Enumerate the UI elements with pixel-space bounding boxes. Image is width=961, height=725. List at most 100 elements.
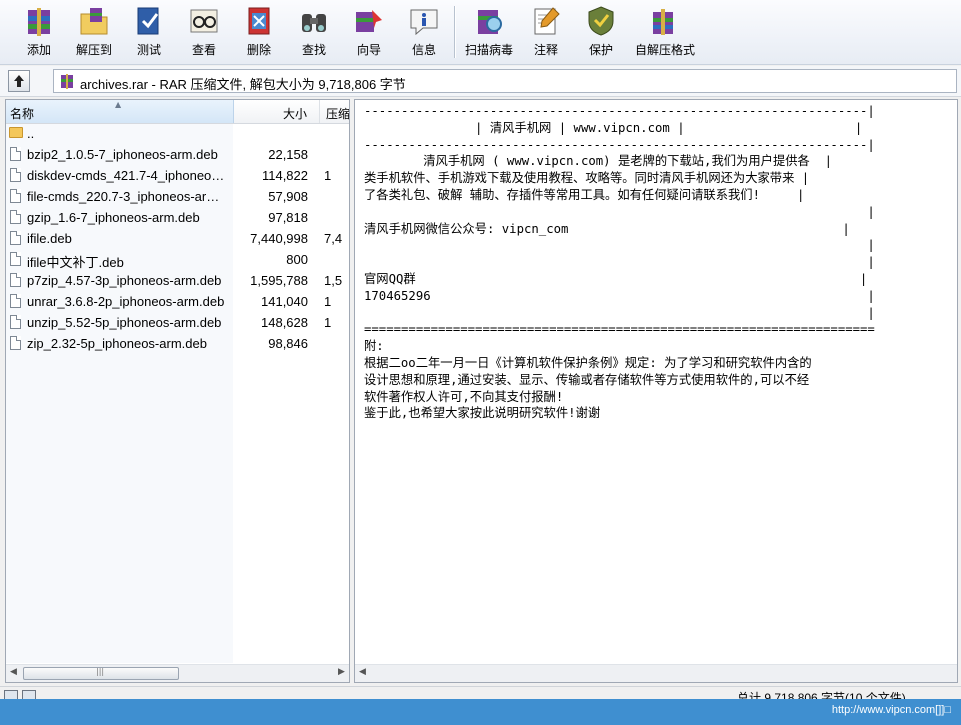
file-name: file-cmds_220.7-3_iphoneos-arm.deb: [27, 189, 230, 204]
file-icon: [10, 336, 21, 350]
comment-line: 软件著作权人许可,不向其支付报酬!: [364, 389, 564, 404]
add-button[interactable]: 添加: [11, 2, 67, 62]
rar-archive-icon: [61, 74, 73, 89]
file-row[interactable]: diskdev-cmds_421.7-4_iphoneos-arm.deb 114…: [6, 166, 349, 187]
view-button[interactable]: 查看: [176, 2, 232, 62]
comment-line: 了各类礼包、破解 辅助、存插件等常用工具。如有任何疑问请联系我们! |: [364, 187, 805, 202]
comment-line: ========================================…: [364, 322, 875, 337]
file-row[interactable]: file-cmds_220.7-3_iphoneos-arm.deb 57,908: [6, 187, 349, 208]
archive-comment-text: ----------------------------------------…: [364, 103, 957, 422]
find-button[interactable]: 查找: [286, 2, 342, 62]
file-row[interactable]: zip_2.32-5p_iphoneos-arm.deb 98,846: [6, 334, 349, 355]
file-name: ifile中文补丁.deb: [27, 255, 124, 270]
scroll-left-icon[interactable]: ◀: [359, 667, 366, 677]
extract-to-icon: [80, 8, 108, 35]
file-size: 148,628: [261, 315, 308, 330]
comment-button[interactable]: 注释: [518, 2, 574, 62]
scrollbar-thumb[interactable]: |||: [23, 667, 179, 680]
file-name: bzip2_1.0.5-7_iphoneos-arm.deb: [27, 147, 218, 162]
scroll-left-icon[interactable]: ◀: [10, 667, 17, 677]
comment-line: ----------------------------------------…: [364, 104, 875, 118]
file-name: unrar_3.6.8-2p_iphoneos-arm.deb: [27, 294, 225, 309]
wizard-button[interactable]: 向导: [341, 2, 397, 62]
comment-line: 清风手机网微信公众号: vipcn_com |: [364, 221, 850, 236]
file-icon: [10, 189, 21, 203]
virus-scan-button[interactable]: 扫描病毒: [461, 2, 517, 62]
address-bar: archives.rar - RAR 压缩文件, 解包大小为 9,718,806…: [0, 66, 961, 97]
wizard-icon: [356, 10, 382, 32]
watermark-text: http://www.vipcn.com[]]□: [831, 704, 951, 716]
info-button[interactable]: 信息: [396, 2, 452, 62]
up-folder-button[interactable]: [8, 70, 30, 92]
toolbar-separator: [454, 6, 456, 58]
comment-line: |: [364, 238, 875, 253]
file-icon: [10, 168, 21, 182]
test-button[interactable]: 测试: [121, 2, 177, 62]
archive-info-text: archives.rar - RAR 压缩文件, 解包大小为 9,718,806…: [80, 77, 406, 92]
comment-line: | 清风手机网 | www.vipcn.com | |: [364, 120, 863, 135]
comment-line: |: [364, 255, 875, 270]
protect-button[interactable]: 保护: [573, 2, 629, 62]
file-icon: [10, 147, 21, 161]
find-icon: [302, 14, 326, 32]
comment-line: 官网QQ群 |: [364, 271, 868, 286]
sort-ascending-icon: ▲: [115, 100, 122, 109]
comment-line: 附:: [364, 339, 384, 354]
file-name: gzip_1.6-7_iphoneos-arm.deb: [27, 210, 200, 225]
parent-folder-row[interactable]: ..: [6, 124, 349, 145]
file-row[interactable]: p7zip_4.57-3p_iphoneos-arm.deb 1,595,788 1…: [6, 271, 349, 292]
file-packed-size: 1,5: [324, 273, 343, 288]
file-packed-size: 1: [324, 315, 332, 330]
file-packed-size: 1: [324, 294, 332, 309]
comment-horizontal-scrollbar[interactable]: ◀: [355, 664, 957, 682]
file-row[interactable]: unrar_3.6.8-2p_iphoneos-arm.deb 141,040 1: [6, 292, 349, 313]
delete-button[interactable]: 删除: [231, 2, 287, 62]
file-row[interactable]: ifile.deb 7,440,998 7,4: [6, 229, 349, 250]
scroll-right-icon[interactable]: ▶: [338, 667, 345, 677]
file-name: ..: [27, 126, 35, 141]
comment-line: 鉴于此,也希望大家按此说明研究软件!谢谢: [364, 406, 601, 421]
test-icon: [137, 7, 159, 35]
file-size: 97,818: [268, 210, 308, 225]
file-size: 98,846: [268, 336, 308, 351]
file-list-pane: ▲ 名称 大小 压缩 .. bzip2_1.0.5-7_iphoneos-arm.…: [5, 99, 350, 683]
file-row[interactable]: unzip_5.52-5p_iphoneos-arm.deb 148,628 1: [6, 313, 349, 334]
archive-comment-pane: ----------------------------------------…: [354, 99, 958, 683]
file-name: diskdev-cmds_421.7-4_iphoneos-arm.deb: [27, 168, 230, 183]
file-row[interactable]: ifile中文补丁.deb 800: [6, 250, 349, 271]
file-name: p7zip_4.57-3p_iphoneos-arm.deb: [27, 273, 222, 288]
view-icon: [190, 9, 218, 33]
file-icon: [10, 252, 21, 266]
file-row[interactable]: bzip2_1.0.5-7_iphoneos-arm.deb 22,158: [6, 145, 349, 166]
comment-line: 设计思想和原理,通过安装、显示、传输或者存储软件等方式使用软件的,可以不经: [364, 372, 810, 387]
info-icon: [410, 9, 438, 36]
file-size: 1,595,788: [250, 273, 308, 288]
add-archive-icon: [28, 8, 50, 36]
comment-icon: [534, 7, 560, 35]
column-header-name[interactable]: ▲ 名称: [6, 100, 234, 123]
file-name: unzip_5.52-5p_iphoneos-arm.deb: [27, 315, 222, 330]
file-icon: [10, 231, 21, 245]
sfx-button[interactable]: 自解压格式: [635, 2, 695, 62]
sfx-icon: [653, 9, 673, 35]
file-list: .. bzip2_1.0.5-7_iphoneos-arm.deb 22,158 di…: [6, 124, 349, 664]
file-packed-size: 1: [324, 168, 332, 183]
file-list-horizontal-scrollbar[interactable]: ◀ ||| ▶: [6, 664, 349, 682]
archive-path-field[interactable]: archives.rar - RAR 压缩文件, 解包大小为 9,718,806…: [53, 69, 957, 93]
column-header-row: ▲ 名称 大小 压缩: [6, 100, 349, 124]
folder-icon: [9, 127, 23, 138]
comment-line: 170465296 |: [364, 288, 875, 303]
file-size: 141,040: [261, 294, 308, 309]
up-arrow-icon: [14, 75, 24, 87]
file-row[interactable]: gzip_1.6-7_iphoneos-arm.deb 97,818: [6, 208, 349, 229]
file-size: 800: [286, 252, 308, 267]
comment-line: |: [364, 204, 875, 219]
file-size: 7,440,998: [250, 231, 308, 246]
file-size: 22,158: [268, 147, 308, 162]
extract-to-button[interactable]: 解压到: [66, 2, 122, 62]
file-icon: [10, 273, 21, 287]
file-name: ifile.deb: [27, 231, 72, 246]
comment-line: 根据二oo二年一月一日《计算机软件保护条例》规定: 为了学习和研究软件内含的: [364, 355, 812, 370]
comment-line: |: [364, 305, 875, 320]
comment-line: ----------------------------------------…: [364, 137, 875, 152]
